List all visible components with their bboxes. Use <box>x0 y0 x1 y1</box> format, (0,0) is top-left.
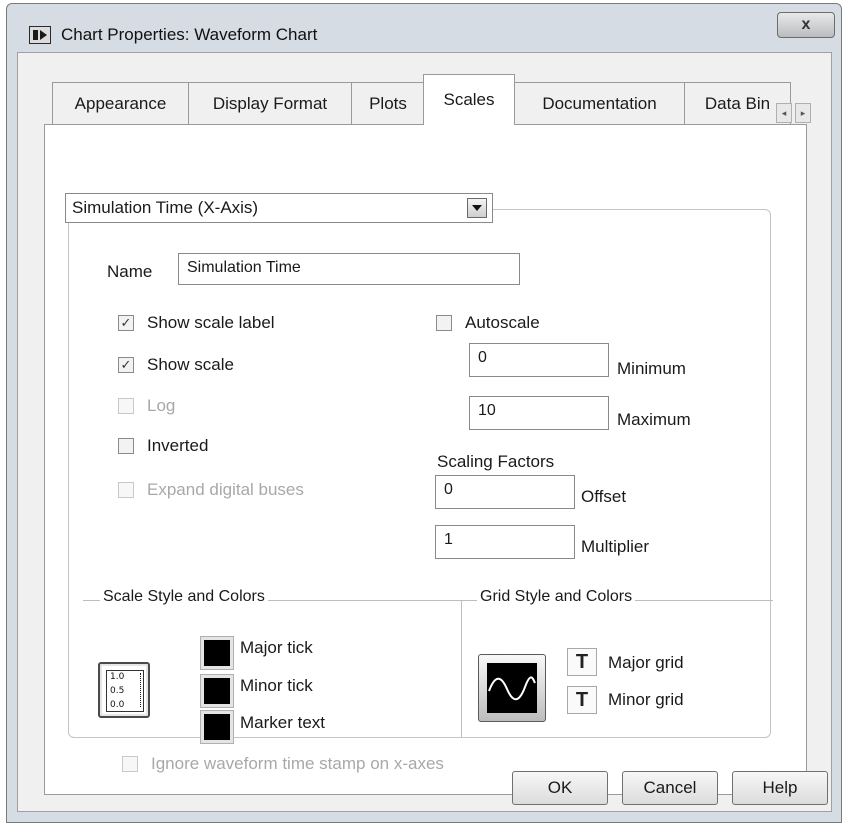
inverted-label: Inverted <box>147 436 209 455</box>
major-tick-label: Major tick <box>240 638 313 657</box>
minor-tick-label: Minor tick <box>240 676 313 695</box>
scaling-factors-title: Scaling Factors <box>437 452 555 471</box>
chart-properties-dialog: Chart Properties: Waveform Chart x Appea… <box>6 3 842 823</box>
multiplier-label: Multiplier <box>581 537 650 556</box>
grid-style-title: Grid Style and Colors <box>477 588 636 606</box>
minor-grid-color-box[interactable]: T <box>567 686 597 714</box>
maximum-input[interactable]: 10 <box>469 396 609 430</box>
scale-icon-tick-bottom: 0.0 <box>110 700 125 710</box>
minor-tick-color-swatch[interactable] <box>201 675 233 707</box>
autoscale-checkbox[interactable] <box>436 315 452 331</box>
help-button[interactable]: Help <box>732 771 828 805</box>
marker-text-color-swatch[interactable] <box>201 711 233 743</box>
major-grid-color-box[interactable]: T <box>567 648 597 676</box>
cancel-button[interactable]: Cancel <box>622 771 718 805</box>
title-bar[interactable]: Chart Properties: Waveform Chart x <box>7 4 841 54</box>
show-scale-checkbox[interactable]: ✓ <box>118 357 134 373</box>
show-scale-label-checkbox[interactable]: ✓ <box>118 315 134 331</box>
axis-select-value: Simulation Time (X-Axis) <box>72 198 259 217</box>
marker-text-label: Marker text <box>240 713 326 732</box>
tab-scroll-right-icon[interactable]: ▸ <box>795 103 811 123</box>
dropdown-button[interactable] <box>467 198 487 218</box>
section-vertical-divider <box>461 601 462 737</box>
tab-scroll-left-icon[interactable]: ◂ <box>776 103 792 123</box>
multiplier-input[interactable]: 1 <box>435 525 575 559</box>
autoscale-label: Autoscale <box>465 313 540 332</box>
minimum-input[interactable]: 0 <box>469 343 609 377</box>
inverted-checkbox[interactable] <box>118 438 134 454</box>
scale-style-title: Scale Style and Colors <box>100 588 268 606</box>
grid-style-icon[interactable] <box>478 654 546 722</box>
tab-plots[interactable]: Plots <box>351 82 425 124</box>
name-input[interactable]: Simulation Time <box>178 253 520 285</box>
dialog-body: Appearance Display Format Plots Scales D… <box>17 52 832 812</box>
axis-select[interactable]: Simulation Time (X-Axis) <box>65 193 493 223</box>
major-grid-label: Major grid <box>608 653 684 672</box>
scales-tab-panel: Simulation Time (X-Axis) Name Simulation… <box>44 124 807 795</box>
tab-display-format[interactable]: Display Format <box>188 82 352 124</box>
tab-data-binding[interactable]: Data Bin <box>684 82 791 124</box>
offset-label: Offset <box>581 487 627 506</box>
tab-appearance[interactable]: Appearance <box>52 82 189 124</box>
scale-icon-tick-mid: 0.5 <box>110 686 125 696</box>
expand-digital-buses-label: Expand digital buses <box>147 480 304 499</box>
window-title: Chart Properties: Waveform Chart <box>61 25 318 44</box>
minor-grid-label: Minor grid <box>608 690 684 709</box>
ok-button[interactable]: OK <box>512 771 608 805</box>
close-button[interactable]: x <box>777 12 835 38</box>
minimum-label: Minimum <box>617 359 686 378</box>
offset-input[interactable]: 0 <box>435 475 575 509</box>
expand-digital-buses-checkbox <box>118 482 134 498</box>
show-scale-label-label: Show scale label <box>147 313 275 332</box>
tab-scales[interactable]: Scales <box>423 74 515 125</box>
log-label: Log <box>147 396 176 415</box>
show-scale-label: Show scale <box>147 355 234 374</box>
ignore-timestamp-label: Ignore waveform time stamp on x-axes <box>151 754 444 773</box>
maximum-label: Maximum <box>617 410 691 429</box>
close-icon: x <box>801 16 811 33</box>
labview-app-icon <box>29 26 51 44</box>
log-checkbox <box>118 398 134 414</box>
name-label: Name <box>107 262 153 281</box>
scale-icon-tick-top: 1.0 <box>110 672 125 682</box>
tab-documentation[interactable]: Documentation <box>514 82 685 124</box>
chevron-down-icon <box>472 205 482 211</box>
major-tick-color-swatch[interactable] <box>201 637 233 669</box>
ignore-timestamp-checkbox <box>122 756 138 772</box>
waveform-icon <box>488 676 536 701</box>
scale-style-icon[interactable]: 1.0 0.5 0.0 <box>98 662 150 718</box>
